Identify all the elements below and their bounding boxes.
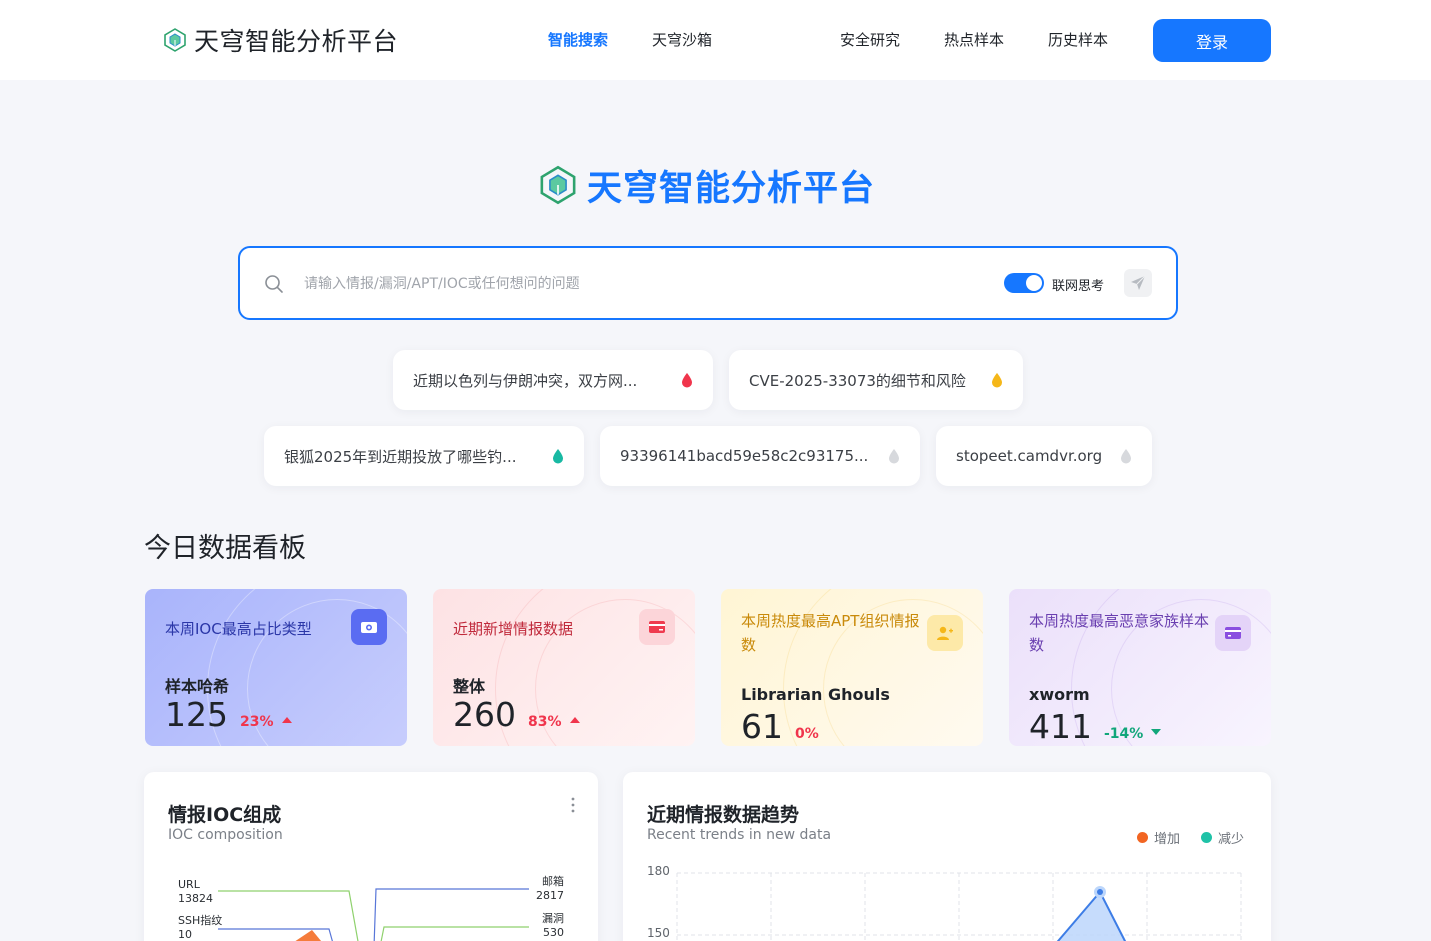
suggestion-chip[interactable]: 银狐2025年到近期投放了哪些钓... (264, 426, 584, 486)
stat-card-metric: 411 -14% (1029, 707, 1162, 746)
suggestion-chip[interactable]: 93396141bacd59e58c2c93175... (600, 426, 920, 486)
trend-up-icon (281, 717, 292, 723)
trend-up-icon (569, 717, 580, 723)
stat-card-subtitle: Librarian Ghouls (741, 685, 890, 704)
ioc-composition-panel: 情报IOC组成 IOC composition URL 13824 SSH指纹 … (144, 772, 598, 941)
suggestion-text: CVE-2025-33073的细节和风险 (749, 371, 966, 390)
suggestion-chip[interactable]: stopeet.camdvr.org (936, 426, 1152, 486)
trend-chart (676, 872, 1242, 941)
top-header: 天穹智能分析平台 智能搜索 天穹沙箱 安全研究 热点样本 历史样本 登录 (0, 0, 1431, 80)
wallet-icon (1225, 627, 1241, 639)
stat-card-delta: -14% (1104, 726, 1144, 742)
toggle-knob (1026, 275, 1042, 291)
ioc-sankey-chart (218, 888, 529, 941)
flame-drop-icon (553, 449, 563, 464)
stat-card-malware-family[interactable]: 本周热度最高恶意家族样本数 xworm 411 -14% (1009, 589, 1271, 746)
stat-card-metric: 125 23% (165, 695, 292, 734)
suggestion-text: 93396141bacd59e58c2c93175... (620, 447, 869, 465)
camera-icon (361, 622, 377, 633)
suggestion-text: 近期以色列与伊朗冲突，双方网... (413, 371, 638, 390)
stat-card-delta: 23% (240, 714, 274, 730)
flame-drop-icon (992, 373, 1002, 388)
stat-card-value: 411 (1029, 707, 1092, 746)
stat-card-delta: 0% (795, 726, 819, 742)
suggestion-text: 银狐2025年到近期投放了哪些钓... (284, 447, 517, 466)
nav-hot-samples[interactable]: 热点样本 (944, 29, 1004, 50)
stat-card-title: 近期新增情报数据 (453, 620, 574, 638)
send-icon (1131, 275, 1146, 290)
stat-card-value: 260 (453, 695, 516, 734)
stat-card-title: 本周热度最高恶意家族样本数 (1029, 612, 1210, 654)
trend-panel: 近期情报数据趋势 Recent trends in new data 增加 减少… (623, 772, 1271, 941)
brand[interactable]: 天穹智能分析平台 (162, 22, 398, 58)
stat-card-value: 61 (741, 707, 783, 746)
sankey-link-vuln (380, 926, 529, 941)
stat-card-metric: 61 0% (741, 707, 819, 746)
flame-drop-icon (1121, 449, 1131, 464)
stat-card-title: 本周热度最高APT组织情报数 (741, 612, 920, 654)
stat-card-apt[interactable]: 本周热度最高APT组织情报数 Librarian Ghouls 61 0% (721, 589, 983, 746)
search-input[interactable] (304, 268, 964, 300)
hero-title: 天穹智能分析平台 (537, 160, 875, 210)
stat-card-icon (351, 609, 387, 645)
cube-logo-icon (164, 28, 186, 52)
stat-card-new-intel[interactable]: 近期新增情报数据 整体 260 83% (433, 589, 695, 746)
sankey-link-email (373, 888, 529, 941)
stat-card-metric: 260 83% (453, 695, 580, 734)
send-button[interactable] (1124, 269, 1152, 297)
card-icon (649, 621, 665, 633)
trend-down-icon (1151, 729, 1162, 735)
nav-security-research[interactable]: 安全研究 (840, 29, 900, 50)
cube-logo-icon (540, 165, 576, 205)
stat-card-subtitle: xworm (1029, 685, 1090, 704)
flame-drop-icon (682, 373, 692, 388)
stat-card-icon (639, 609, 675, 645)
nav-sandbox[interactable]: 天穹沙箱 (652, 29, 712, 50)
user-add-icon (937, 626, 953, 640)
flame-drop-icon (889, 449, 899, 464)
hero-text: 天穹智能分析平台 (587, 168, 876, 209)
stat-card-delta: 83% (528, 714, 562, 730)
sankey-node (295, 930, 322, 941)
web-thinking-label: 联网思考 (1052, 279, 1105, 294)
nav-history-samples[interactable]: 历史样本 (1048, 29, 1108, 50)
suggestion-text: stopeet.camdvr.org (956, 447, 1103, 465)
nav-smart-search[interactable]: 智能搜索 (548, 29, 608, 50)
stat-card-icon (1215, 615, 1251, 651)
dashboard-title: 今日数据看板 (144, 533, 306, 564)
search-icon (265, 275, 283, 293)
search-box: 联网思考 (238, 246, 1178, 320)
sankey-link-url (218, 890, 359, 941)
suggestion-chip[interactable]: CVE-2025-33073的细节和风险 (729, 350, 1023, 410)
web-thinking-toggle[interactable] (1004, 273, 1044, 293)
data-point-marker-core (1097, 889, 1103, 895)
stat-card-subtitle: 整体 (453, 677, 486, 696)
brand-name: 天穹智能分析平台 (194, 27, 399, 56)
stat-card-title: 本周IOC最高占比类型 (165, 620, 312, 638)
stat-card-icon (927, 615, 963, 651)
login-button[interactable]: 登录 (1153, 19, 1271, 62)
suggestion-chip[interactable]: 近期以色列与伊朗冲突，双方网... (393, 350, 713, 410)
stat-card-subtitle: 样本哈希 (165, 677, 230, 696)
stat-card-ioc-type[interactable]: 本周IOC最高占比类型 样本哈希 125 23% (145, 589, 407, 746)
stat-card-value: 125 (165, 695, 228, 734)
